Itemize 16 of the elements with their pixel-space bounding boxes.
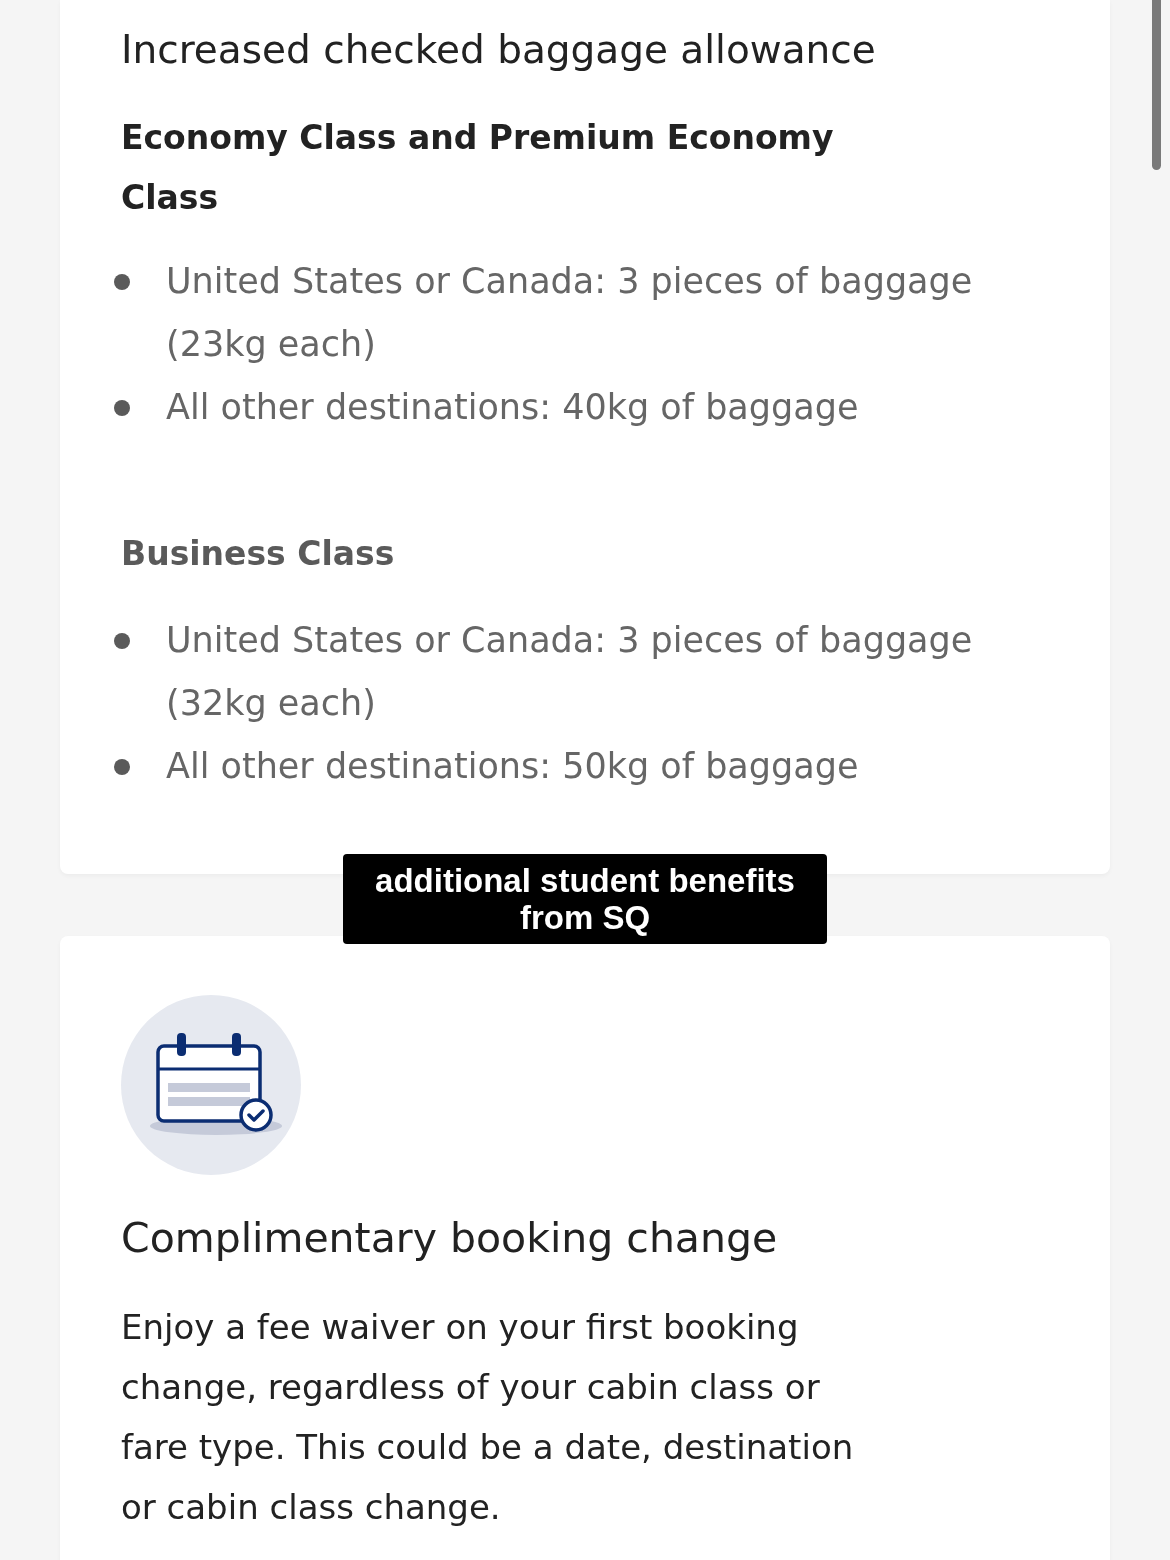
allowance-text: All other destinations: 40kg of baggage — [166, 386, 859, 429]
bullet-icon — [114, 758, 130, 775]
bullet-icon — [114, 399, 130, 416]
calendar-check-icon — [121, 995, 301, 1175]
feature-title: Complimentary booking change — [121, 1213, 779, 1264]
allowance-text: All other destinations: 50kg of baggage — [166, 745, 859, 788]
allowance-text: United States or Canada: 3 pieces of baggage (23kg each) — [166, 260, 974, 366]
scrollbar-thumb[interactable] — [1152, 0, 1161, 170]
allowance-text: United States or Canada: 3 pieces of baggage (32kg each) — [166, 619, 974, 725]
card-title: Increased checked baggage allowance — [121, 26, 877, 74]
feature-description: Enjoy a fee waiver on your first booking change, regardless of your cabin class or fare type. This could be a date, destination or cabin class change. — [121, 1306, 855, 1529]
caption-overlay: additional student benefits from SQ — [343, 854, 827, 944]
class-heading: Economy Class and Premium Economy Class — [121, 117, 835, 219]
class-heading: Business Class — [121, 533, 396, 575]
bullet-icon — [114, 273, 130, 290]
bullet-icon — [114, 632, 130, 649]
